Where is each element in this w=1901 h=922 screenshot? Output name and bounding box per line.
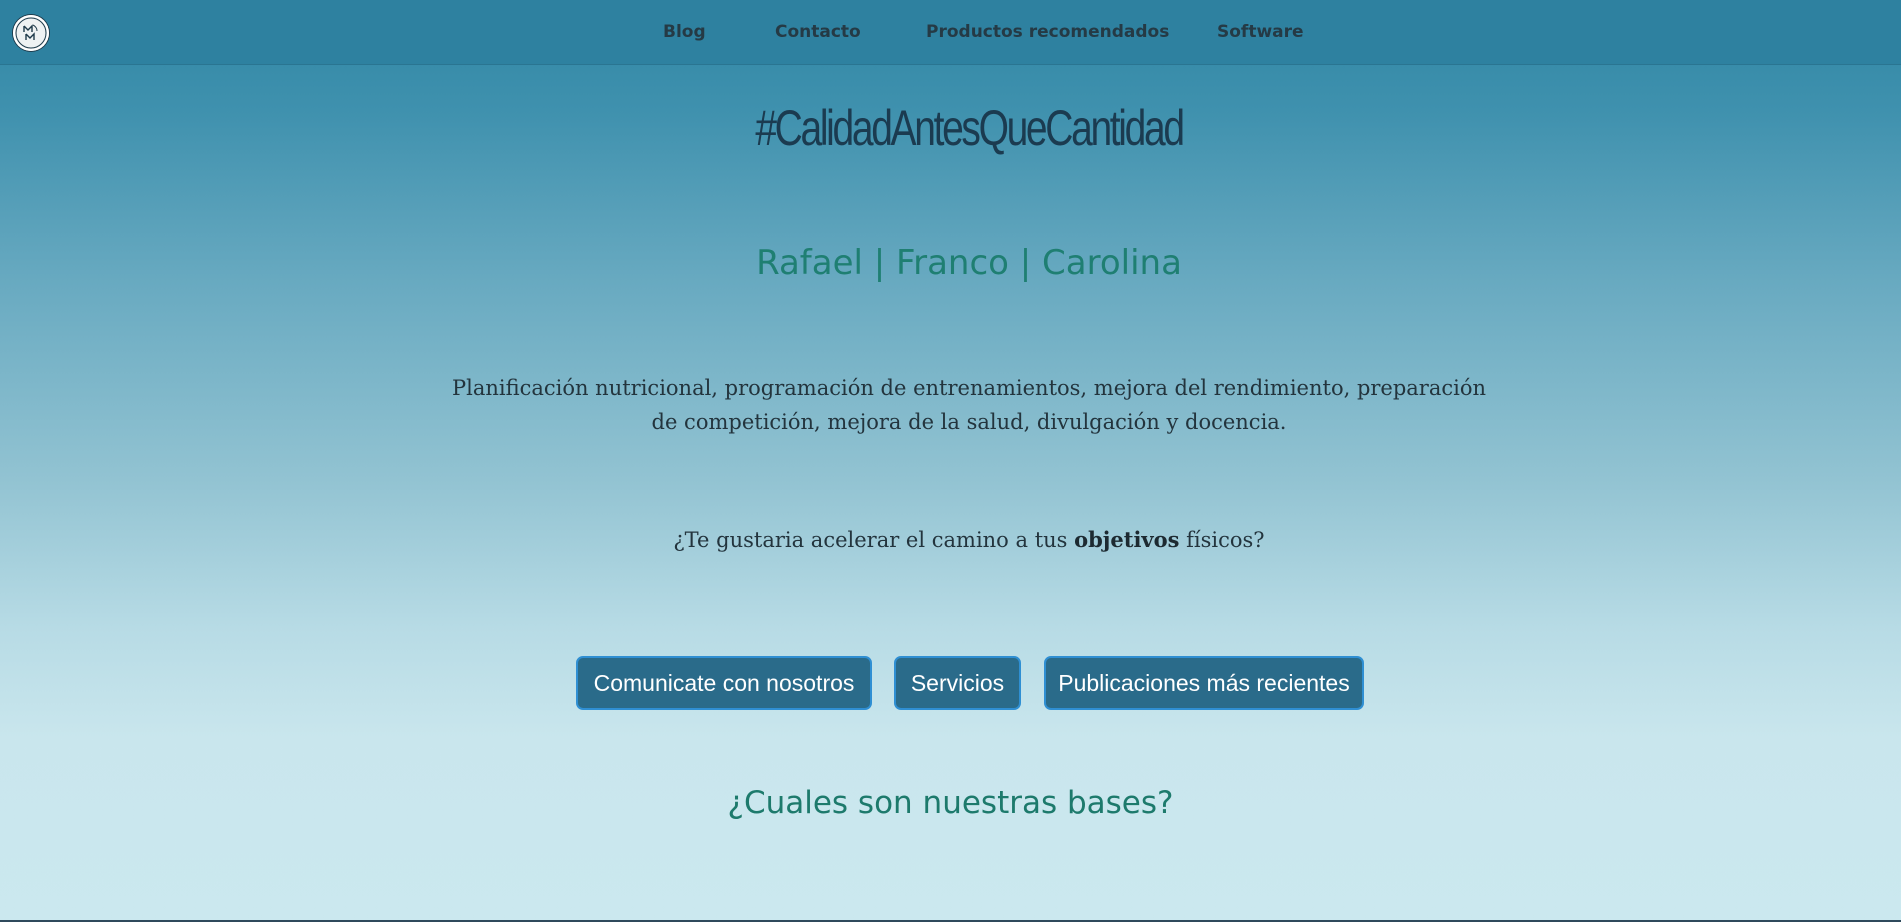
- navbar: Blog Contacto Productos recomendados Sof…: [0, 0, 1901, 65]
- question-bold: objetivos: [1074, 527, 1180, 552]
- nav-link-productos-recomendados[interactable]: Productos recomendados: [926, 22, 1169, 42]
- question-prefix: ¿Te gustaria acelerar el camino a tus: [673, 528, 1075, 552]
- question-suffix: físicos?: [1179, 528, 1265, 552]
- hero-title: #CalidadAntesQueCantidad: [755, 100, 1185, 156]
- publications-button[interactable]: Publicaciones más recientes: [1044, 656, 1364, 710]
- bases-heading: ¿Cuales son nuestras bases?: [727, 785, 1174, 821]
- team-names: Rafael | Franco | Carolina: [756, 243, 1182, 283]
- services-description: Planificación nutricional, programación …: [451, 376, 1487, 434]
- goal-question: ¿Te gustaria acelerar el camino a tus ob…: [0, 527, 1901, 552]
- nav-link-contacto[interactable]: Contacto: [775, 22, 861, 42]
- nav-links: Blog Contacto Productos recomendados Sof…: [0, 0, 1901, 65]
- nav-link-blog[interactable]: Blog: [663, 22, 706, 42]
- nav-link-software[interactable]: Software: [1217, 22, 1304, 42]
- contact-button[interactable]: Comunicate con nosotros: [576, 656, 872, 710]
- services-button[interactable]: Servicios: [894, 656, 1021, 710]
